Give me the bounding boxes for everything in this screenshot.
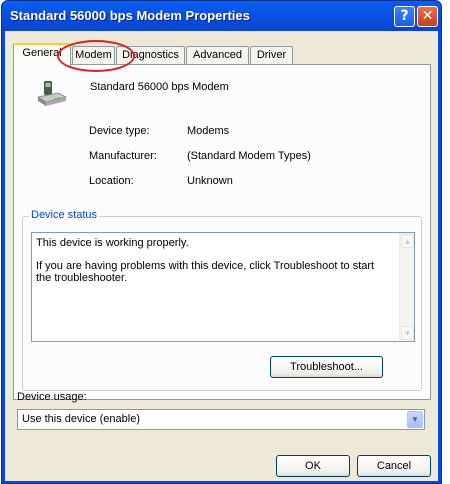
device-status-title: Device status [29, 209, 100, 221]
tab-strip: General Modem Diagnostics Advanced Drive… [13, 43, 433, 66]
modem-device-icon [36, 81, 68, 106]
device-status-text: This device is working properly. If you … [36, 237, 376, 295]
device-usage-label: Device usage: [17, 391, 87, 403]
device-usage-select[interactable]: Use this device (enable) ▼ [17, 409, 425, 430]
general-tab-panel: Standard 56000 bps Modem Device type: Mo… [13, 64, 431, 400]
title-bar[interactable]: Standard 56000 bps Modem Properties ? ✕ [2, 1, 441, 31]
device-name: Standard 56000 bps Modem [90, 81, 229, 93]
cancel-button[interactable]: Cancel [357, 455, 431, 477]
chevron-down-icon[interactable]: ▼ [407, 411, 423, 428]
device-type-label: Device type: [89, 125, 150, 137]
close-button[interactable]: ✕ [417, 6, 438, 27]
device-usage-value: Use this device (enable) [22, 413, 141, 425]
troubleshoot-button[interactable]: Troubleshoot... [270, 356, 383, 378]
device-type-value: Modems [187, 125, 230, 137]
tab-advanced[interactable]: Advanced [186, 46, 249, 65]
tab-diagnostics[interactable]: Diagnostics [116, 46, 185, 65]
tab-driver[interactable]: Driver [250, 46, 293, 65]
manufacturer-value: (Standard Modem Types) [187, 150, 311, 162]
scroll-up-icon[interactable]: ▲ [401, 234, 414, 248]
location-value: Unknown [187, 175, 233, 187]
status-scrollbar[interactable]: ▲ ▼ [399, 233, 414, 341]
device-status-group: Device status This device is working pro… [22, 209, 422, 391]
manufacturer-label: Manufacturer: [89, 150, 157, 162]
properties-window: Standard 56000 bps Modem Properties ? ✕ … [1, 0, 442, 484]
location-label: Location: [89, 175, 134, 187]
scroll-down-icon[interactable]: ▼ [401, 326, 414, 340]
window-title: Standard 56000 bps Modem Properties [10, 8, 250, 23]
help-button[interactable]: ? [394, 6, 415, 27]
device-status-textbox[interactable]: This device is working properly. If you … [31, 232, 415, 342]
status-line-2: If you are having problems with this dev… [36, 260, 375, 284]
tab-modem[interactable]: Modem [72, 46, 115, 65]
ok-button[interactable]: OK [276, 455, 350, 477]
status-line-1: This device is working properly. [36, 237, 189, 249]
dialog-client-area: General Modem Diagnostics Advanced Drive… [5, 31, 438, 481]
tab-general[interactable]: General [13, 43, 71, 66]
